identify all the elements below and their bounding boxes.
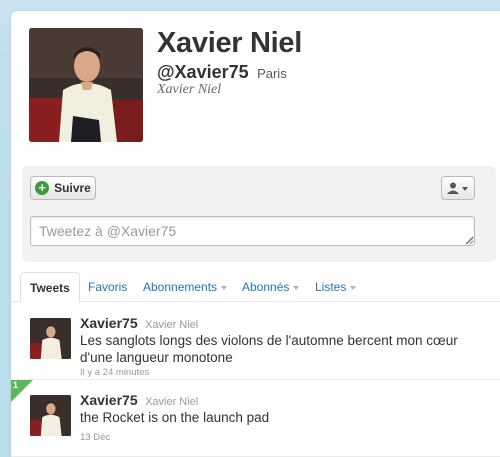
tweet-input[interactable] <box>30 216 475 246</box>
plus-circle-icon: + <box>35 181 50 195</box>
tweet-item[interactable]: Xavier75 Xavier Niel Les sanglots longs … <box>11 303 500 380</box>
chevron-down-icon <box>293 285 300 290</box>
tweet-text: Les sanglots longs des violons de l'auto… <box>80 333 458 365</box>
profile-card: Xavier Niel @Xavier75 Paris Xavier Niel … <box>11 11 500 457</box>
tweet-item[interactable]: 1 Xavier75 Xavier Niel the Rocket is on … <box>11 380 500 457</box>
tweet-timestamp[interactable]: Il y a 24 minutes <box>80 367 149 378</box>
tweet-fullname: Xavier Niel <box>145 396 199 408</box>
chevron-down-icon <box>350 285 357 290</box>
user-dropdown-icon <box>447 182 468 194</box>
follow-button-label: Suivre <box>54 181 91 195</box>
new-tweet-badge-count: 1 <box>13 380 19 390</box>
tweet-username[interactable]: Xavier75 <box>80 392 138 408</box>
user-menu-button[interactable] <box>441 176 475 200</box>
tweet-text: the Rocket is on the launch pad <box>80 410 270 425</box>
tab-favoris-label: Favoris <box>88 280 128 294</box>
tab-listes-label: Listes <box>315 280 347 294</box>
profile-name: Xavier Niel <box>157 27 303 59</box>
tweet-username[interactable]: Xavier75 <box>80 315 138 331</box>
tweet-header: Xavier75 Xavier Niel <box>80 392 198 410</box>
tab-tweets[interactable]: Tweets <box>20 272 80 303</box>
profile-handle: @Xavier75 <box>157 62 249 82</box>
follow-button[interactable]: + Suivre <box>30 176 96 200</box>
tweet-timestamp[interactable]: 13 Déc <box>80 432 110 443</box>
tweet-fullname: Xavier Niel <box>145 319 199 331</box>
tweet-header: Xavier75 Xavier Niel <box>80 315 198 333</box>
tab-abonnes[interactable]: Abonnés <box>242 272 300 302</box>
tab-abonnements-label: Abonnements <box>143 280 218 294</box>
tweet-avatar[interactable] <box>30 318 71 359</box>
profile-handle-row: @Xavier75 Paris <box>157 62 287 83</box>
profile-location: Paris <box>257 66 287 81</box>
tweet-avatar[interactable] <box>30 395 71 436</box>
tab-abonnements[interactable]: Abonnements <box>143 272 228 302</box>
profile-real-name: Xavier Niel <box>157 82 222 97</box>
resize-grip-icon[interactable] <box>466 237 474 245</box>
profile-avatar <box>29 28 143 142</box>
chevron-down-icon <box>221 285 228 290</box>
profile-tabs: Tweets Favoris Abonnements Abonnés Liste… <box>11 272 500 303</box>
tab-abonnes-label: Abonnés <box>242 280 290 294</box>
tab-listes[interactable]: Listes <box>315 272 357 302</box>
tab-favoris[interactable]: Favoris <box>88 272 127 302</box>
action-panel: + Suivre <box>22 166 496 262</box>
